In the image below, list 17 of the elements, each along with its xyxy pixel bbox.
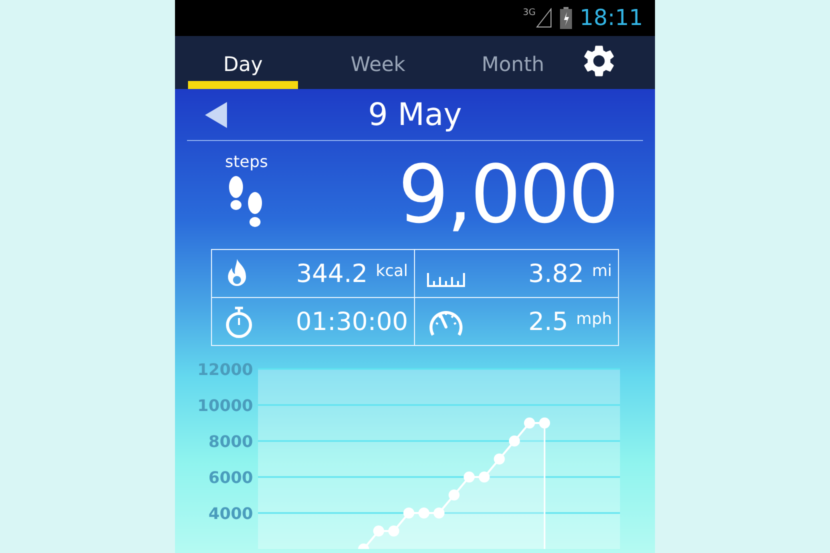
stat-value: 01:30:00 (296, 307, 408, 336)
axis-label: 6000 (208, 468, 253, 487)
stat-value: 3.82 (528, 259, 584, 288)
stat-unit: kcal (376, 261, 408, 280)
stat-unit: mi (592, 261, 612, 280)
date-title: 9 May (368, 96, 462, 132)
network-type: 3G (522, 8, 536, 18)
step-count: 9,000 (398, 155, 617, 235)
stat-unit: mph (576, 309, 612, 328)
axis-label: 4000 (208, 504, 253, 523)
steps-label: steps (225, 152, 268, 170)
stat-value: 344.2 (296, 259, 368, 288)
clock-time: 18:11 (580, 6, 643, 31)
axis-label: 8000 (208, 432, 253, 451)
stat-value: 2.5 (528, 307, 568, 336)
axis-label: 12000 (197, 360, 253, 379)
axis-label: 10000 (197, 396, 253, 415)
